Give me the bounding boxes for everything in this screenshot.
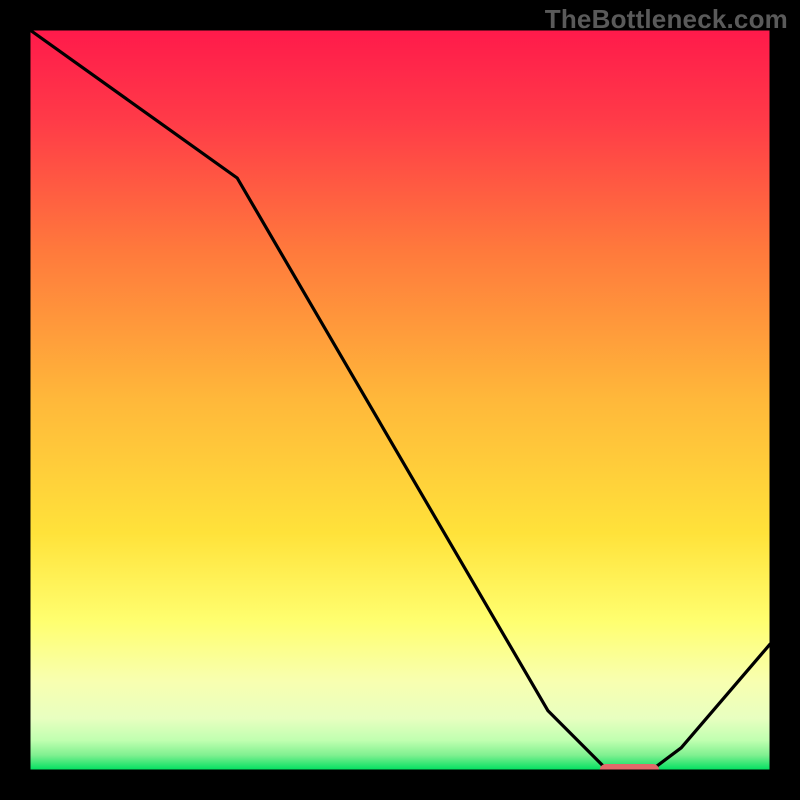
chart-svg [0, 0, 800, 800]
chart-frame: TheBottleneck.com [0, 0, 800, 800]
heatmap-background [30, 30, 770, 770]
watermark-label: TheBottleneck.com [545, 4, 788, 35]
